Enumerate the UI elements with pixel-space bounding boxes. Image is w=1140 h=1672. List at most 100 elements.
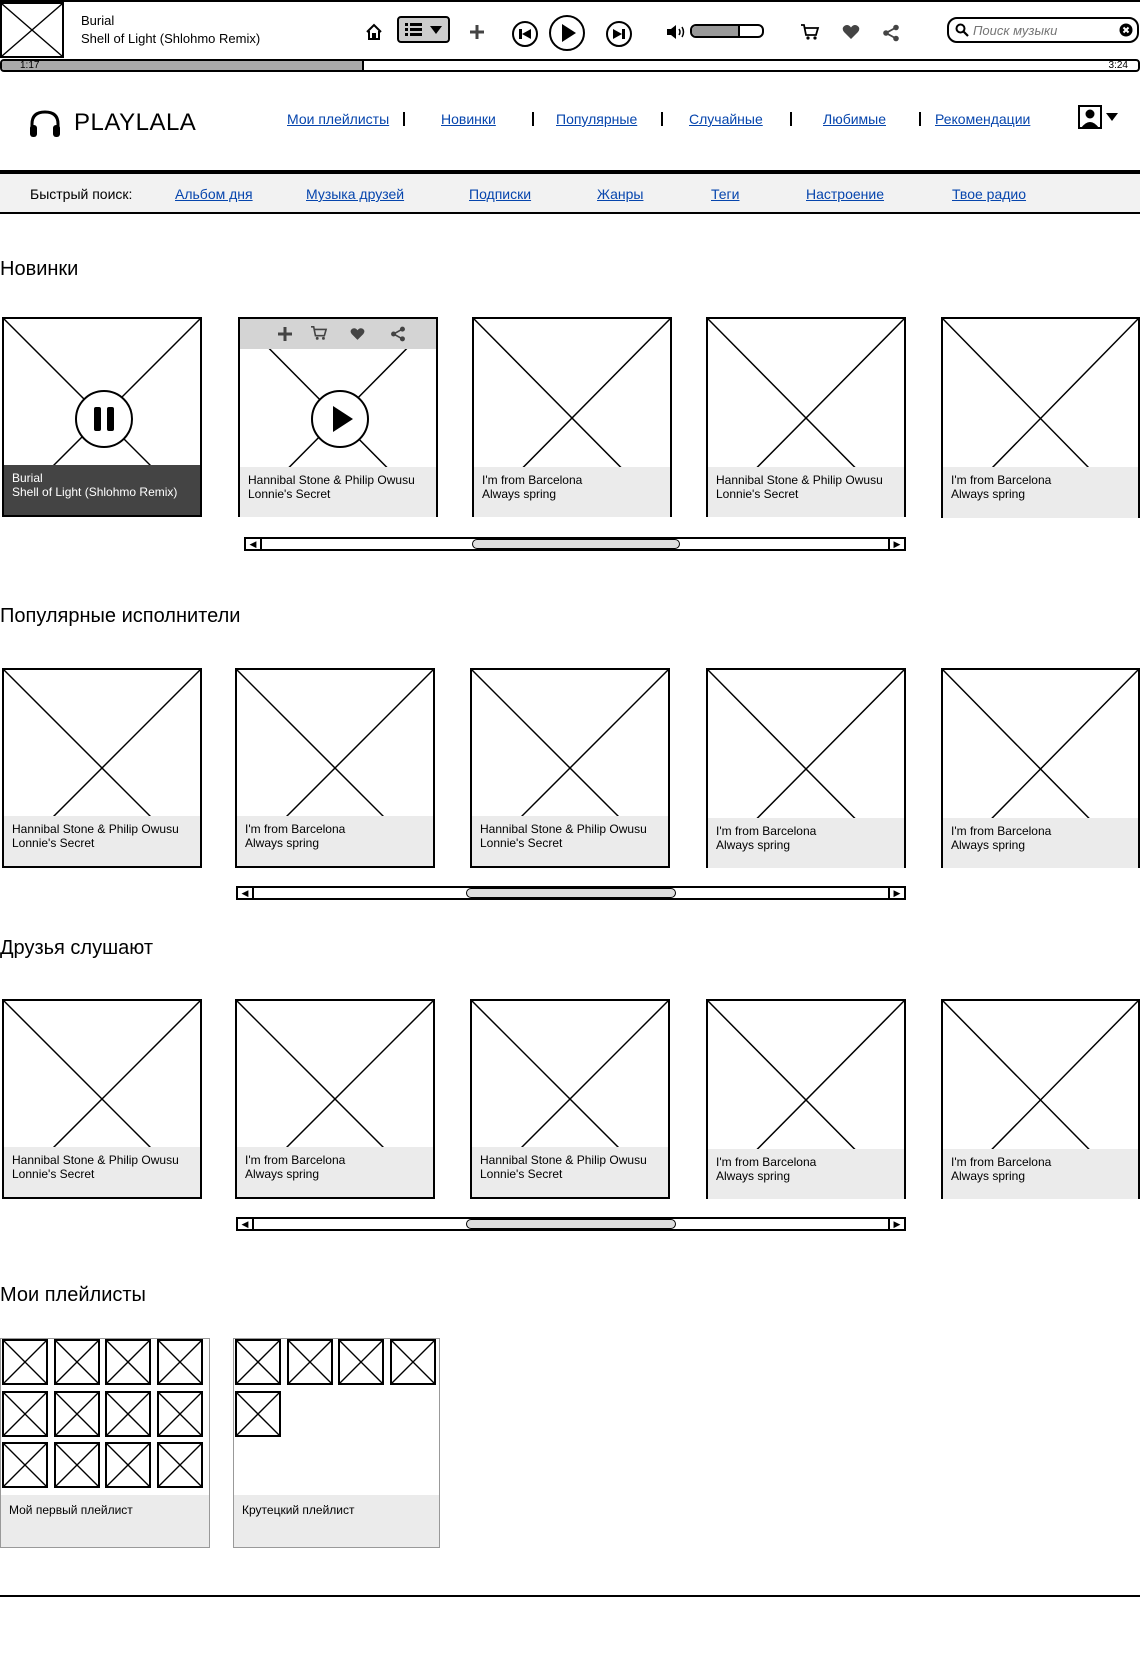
user-menu-button[interactable] xyxy=(1078,105,1118,129)
home-icon[interactable] xyxy=(362,20,386,44)
album-cover[interactable]: Hannibal Stone & Philip Owusu Lonnie's S… xyxy=(2,999,202,1199)
share-icon[interactable] xyxy=(880,22,902,44)
album-cover[interactable]: Hannibal Stone & Philip Owusu Lonnie's S… xyxy=(706,317,906,517)
search-box[interactable] xyxy=(947,17,1139,43)
scroll-right-arrow[interactable]: ▶ xyxy=(888,888,904,898)
album-cover[interactable]: Burial Shell of Light (Shlohmo Remix) xyxy=(2,317,202,517)
nav-my-playlists[interactable]: Мои плейлисты xyxy=(287,111,389,127)
album-cover[interactable]: Hannibal Stone & Philip Owusu Lonnie's S… xyxy=(238,317,438,517)
album-artist: Hannibal Stone & Philip Owusu xyxy=(716,473,883,487)
search-input[interactable] xyxy=(971,21,1115,39)
artist-card[interactable]: Hannibal Stone & Philip Owusu Lonnie's S… xyxy=(470,668,670,868)
heart-icon[interactable] xyxy=(840,21,862,43)
track-progress-bar[interactable]: 1:17 3:24 xyxy=(0,59,1140,72)
carousel-scrollbar[interactable]: ◀ ▶ xyxy=(236,1217,906,1231)
scroll-right-arrow[interactable]: ▶ xyxy=(888,539,904,549)
album-card[interactable]: Hannibal Stone & Philip Owusu Lonnie's S… xyxy=(238,317,438,517)
artist-caption: I'm from Barcelona Always spring xyxy=(708,818,904,868)
album-cover[interactable]: I'm from Barcelona Always spring xyxy=(941,999,1140,1199)
artist-caption: Hannibal Stone & Philip Owusu Lonnie's S… xyxy=(472,816,668,866)
album-card[interactable]: I'm from Barcelona Always spring xyxy=(941,999,1140,1199)
album-card[interactable]: I'm from Barcelona Always spring xyxy=(235,999,435,1199)
artist-cover[interactable]: Hannibal Stone & Philip Owusu Lonnie's S… xyxy=(470,668,670,868)
album-card[interactable]: Burial Shell of Light (Shlohmo Remix) xyxy=(2,317,202,517)
album-cover[interactable]: I'm from Barcelona Always spring xyxy=(706,999,906,1199)
artist-card[interactable]: I'm from Barcelona Always spring xyxy=(706,668,906,868)
quick-link-album-of-day[interactable]: Альбом дня xyxy=(175,186,253,202)
artist-cover[interactable]: I'm from Barcelona Always spring xyxy=(941,668,1140,868)
logo[interactable]: PLAYLALA xyxy=(28,108,196,138)
album-card[interactable]: Hannibal Stone & Philip Owusu Lonnie's S… xyxy=(2,999,202,1199)
list-icon xyxy=(405,22,422,36)
album-artist: Hannibal Stone & Philip Owusu xyxy=(12,1153,179,1167)
album-card[interactable]: Hannibal Stone & Philip Owusu Lonnie's S… xyxy=(470,999,670,1199)
scroll-right-arrow[interactable]: ▶ xyxy=(888,1219,904,1229)
volume-slider[interactable] xyxy=(690,24,764,38)
scroll-left-arrow[interactable]: ◀ xyxy=(238,888,254,898)
album-card[interactable]: I'm from Barcelona Always spring xyxy=(706,999,906,1199)
artist-cover[interactable]: Hannibal Stone & Philip Owusu Lonnie's S… xyxy=(2,668,202,868)
quick-link-subscriptions[interactable]: Подписки xyxy=(469,186,531,202)
nav-popular[interactable]: Популярные xyxy=(556,111,637,127)
scroll-thumb[interactable] xyxy=(466,888,676,898)
album-artist: Hannibal Stone & Philip Owusu xyxy=(248,473,415,487)
quick-link-tags[interactable]: Теги xyxy=(711,186,739,202)
album-cover[interactable]: I'm from Barcelona Always spring xyxy=(235,999,435,1199)
scroll-thumb[interactable] xyxy=(472,539,680,549)
playlist-thumbnail xyxy=(105,1390,151,1437)
album-cover[interactable]: Hannibal Stone & Philip Owusu Lonnie's S… xyxy=(470,999,670,1199)
album-card[interactable]: Hannibal Stone & Philip Owusu Lonnie's S… xyxy=(706,317,906,517)
scroll-left-arrow[interactable]: ◀ xyxy=(246,539,262,549)
artist-cover[interactable]: I'm from Barcelona Always spring xyxy=(235,668,435,868)
playlist-dropdown-button[interactable] xyxy=(397,16,450,43)
carousel-scrollbar[interactable]: ◀ ▶ xyxy=(236,886,906,900)
artist-track: Always spring xyxy=(716,838,791,852)
album-cover[interactable]: I'm from Barcelona Always spring xyxy=(941,317,1140,518)
album-cover[interactable]: I'm from Barcelona Always spring xyxy=(472,317,672,517)
carousel-scrollbar[interactable]: ◀ ▶ xyxy=(244,537,906,551)
playlist-thumbnail xyxy=(156,1390,203,1437)
nav-new[interactable]: Новинки xyxy=(441,111,496,127)
next-track-button[interactable] xyxy=(605,20,633,48)
volume-icon[interactable] xyxy=(666,24,686,40)
artist-card[interactable]: I'm from Barcelona Always spring xyxy=(235,668,435,868)
nav-separator xyxy=(919,112,921,126)
album-card[interactable]: I'm from Barcelona Always spring xyxy=(472,317,672,517)
playlist-card[interactable]: Крутецкий плейлист xyxy=(233,1338,440,1548)
quick-link-genres[interactable]: Жанры xyxy=(597,186,643,202)
album-card[interactable]: I'm from Barcelona Always spring xyxy=(941,317,1140,518)
nav-favorites[interactable]: Любимые xyxy=(823,111,886,127)
nav-recommendations[interactable]: Рекомендации xyxy=(935,111,1030,127)
add-icon[interactable] xyxy=(278,327,292,341)
clear-search-icon[interactable] xyxy=(1119,23,1133,37)
artist-track: Lonnie's Secret xyxy=(480,836,563,850)
now-playing-cover[interactable] xyxy=(0,2,64,58)
cart-icon[interactable] xyxy=(799,21,821,43)
playlist-thumbnail xyxy=(53,1442,100,1488)
play-button[interactable] xyxy=(548,14,586,52)
scroll-thumb[interactable] xyxy=(466,1219,676,1229)
add-icon[interactable] xyxy=(465,20,489,44)
playlist-caption: Мой первый плейлист xyxy=(1,1495,209,1547)
artist-card[interactable]: Hannibal Stone & Philip Owusu Lonnie's S… xyxy=(2,668,202,868)
artist-card[interactable]: I'm from Barcelona Always spring xyxy=(941,668,1140,868)
nav-random[interactable]: Случайные xyxy=(689,111,763,127)
album-hover-toolbar xyxy=(240,319,436,349)
nav-separator xyxy=(790,112,792,126)
quick-link-mood[interactable]: Настроение xyxy=(806,186,884,202)
pause-button[interactable] xyxy=(74,389,134,449)
heart-icon[interactable] xyxy=(350,327,365,341)
share-icon[interactable] xyxy=(390,326,406,342)
cart-icon[interactable] xyxy=(310,325,328,341)
play-button[interactable] xyxy=(310,389,370,449)
artist-name: Hannibal Stone & Philip Owusu xyxy=(480,822,647,836)
playlist-card[interactable]: Мой первый плейлист xyxy=(0,1338,210,1548)
artist-cover[interactable]: I'm from Barcelona Always spring xyxy=(706,668,906,868)
quick-search-label: Быстрый поиск: xyxy=(30,186,133,202)
playlist-thumbnail xyxy=(53,1390,100,1437)
scroll-left-arrow[interactable]: ◀ xyxy=(238,1219,254,1229)
previous-track-button[interactable] xyxy=(511,20,539,48)
nav-separator xyxy=(403,112,405,126)
quick-link-friends-music[interactable]: Музыка друзей xyxy=(306,186,404,202)
quick-link-your-radio[interactable]: Твое радио xyxy=(952,186,1026,202)
